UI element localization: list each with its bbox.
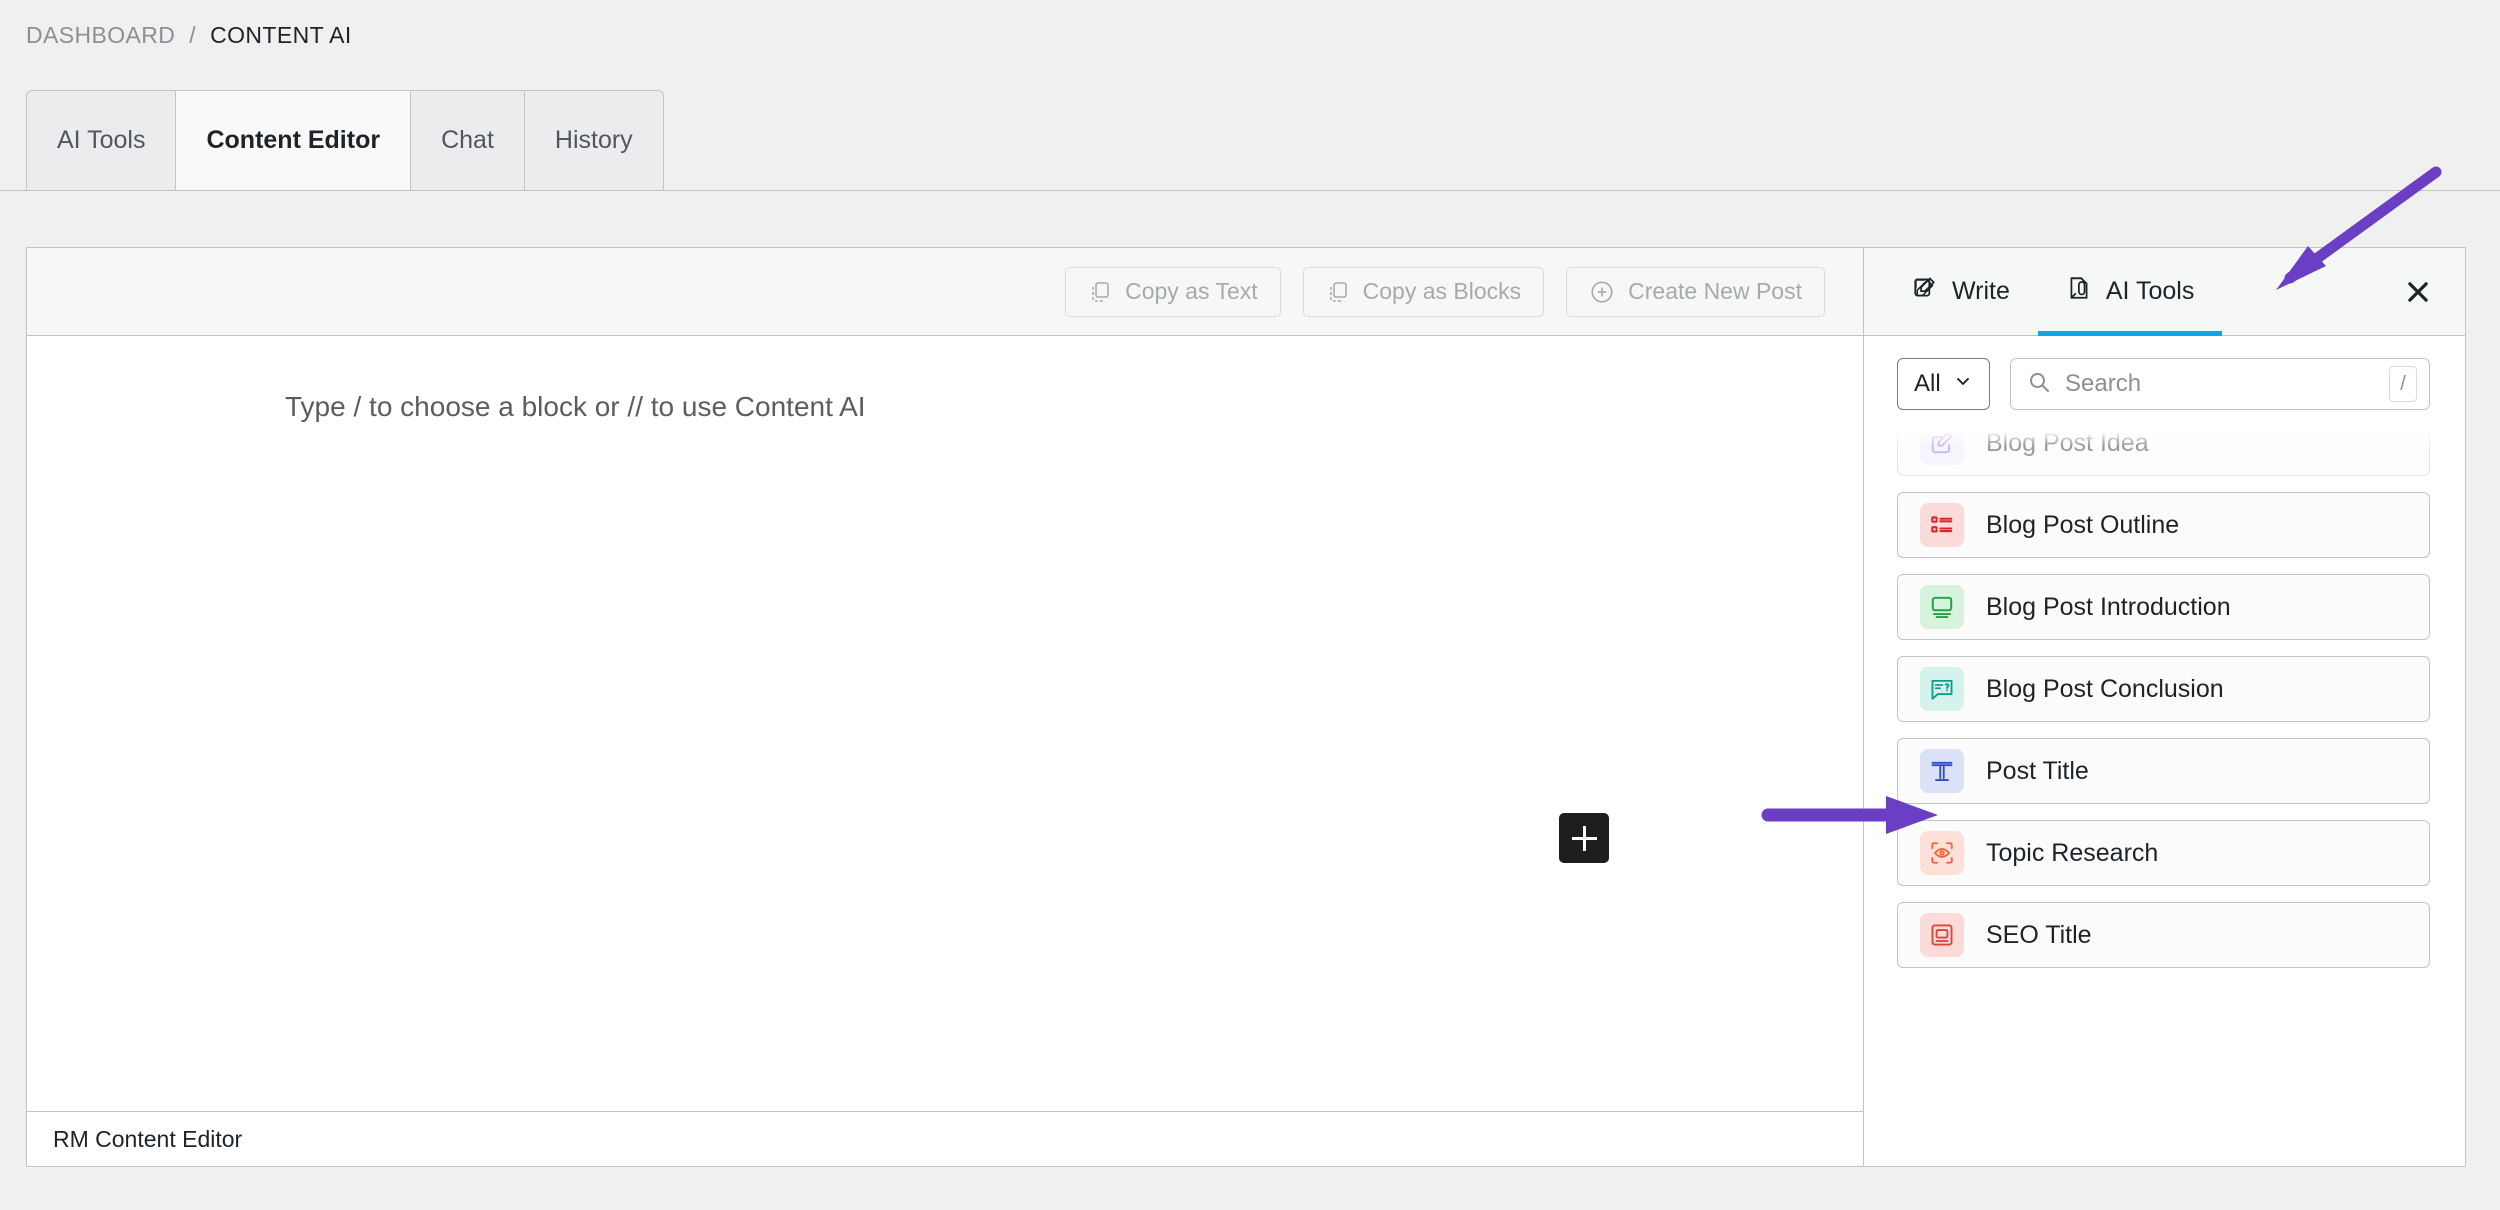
tab-ai-tools[interactable]: AI Tools xyxy=(26,90,176,190)
seo-title-icon xyxy=(1920,913,1964,957)
editor-column: Copy as Text Copy as Blocks Create New P… xyxy=(27,248,1864,1166)
tab-label: Content Editor xyxy=(206,126,381,154)
chat-question-icon xyxy=(1920,667,1964,711)
ai-tools-list[interactable]: Blog Post Idea Blog Post Outline Blog Po… xyxy=(1864,424,2465,1166)
search-input[interactable] xyxy=(2063,369,2377,399)
tab-chat[interactable]: Chat xyxy=(410,90,524,190)
ai-sidebar: Write AI Tools All Search / Blog Post Id… xyxy=(1864,248,2465,1166)
tool-item-seo-title[interactable]: SEO Title xyxy=(1897,902,2430,968)
breadcrumb-dashboard[interactable]: DASHBOARD xyxy=(26,22,175,49)
tool-item-topic-research[interactable]: Topic Research xyxy=(1897,820,2430,886)
content-ai-frame: Copy as Text Copy as Blocks Create New P… xyxy=(26,247,2466,1167)
editor-placeholder-text: Type / to choose a block or // to use Co… xyxy=(285,391,866,422)
ai-sidebar-header: Write AI Tools xyxy=(1864,248,2465,336)
editor-footer-label: RM Content Editor xyxy=(53,1125,243,1152)
tool-item-blog-post-outline[interactable]: Blog Post Outline xyxy=(1897,492,2430,558)
search-shortcut-key: / xyxy=(2389,366,2417,402)
tab-label: Chat xyxy=(441,126,494,154)
tool-item-label: Blog Post Introduction xyxy=(1986,592,2231,621)
plus-circle-icon xyxy=(1589,279,1615,305)
close-icon[interactable] xyxy=(2403,248,2433,335)
ai-tab-label: AI Tools xyxy=(2105,277,2195,305)
main-tabbar: AI Tools Content Editor Chat History xyxy=(26,90,664,190)
tool-item-label: Blog Post Conclusion xyxy=(1986,674,2224,703)
ai-tools-filters: All / xyxy=(1864,336,2465,424)
breadcrumb-separator: / xyxy=(189,22,197,48)
tool-item-label: SEO Title xyxy=(1986,920,2092,949)
copy-blocks-icon xyxy=(1326,280,1350,304)
tab-content-editor[interactable]: Content Editor xyxy=(175,90,411,190)
copy-as-text-button[interactable]: Copy as Text xyxy=(1065,266,1281,317)
tool-item-label: Blog Post Idea xyxy=(1986,428,2149,457)
breadcrumb-current: CONTENT AI xyxy=(210,22,352,48)
ai-tab-ai-tools[interactable]: AI Tools xyxy=(2037,248,2223,336)
tool-item-label: Blog Post Outline xyxy=(1986,510,2180,539)
tab-label: History xyxy=(554,126,633,154)
block-inserter-button[interactable] xyxy=(1559,813,1609,863)
copy-icon xyxy=(1088,280,1112,304)
search-icon xyxy=(2027,370,2051,399)
select-value: All xyxy=(1914,370,1941,397)
write-pencil-icon xyxy=(1912,275,1938,308)
tabbar-baseline xyxy=(0,190,2500,191)
tab-label: AI Tools xyxy=(57,126,146,154)
tool-category-select[interactable]: All xyxy=(1897,358,1990,410)
editor-toolbar: Copy as Text Copy as Blocks Create New P… xyxy=(27,248,1863,336)
editor-canvas[interactable]: Type / to choose a block or // to use Co… xyxy=(27,336,1863,1111)
ai-tab-write[interactable]: Write xyxy=(1884,248,2038,335)
button-label: Copy as Text xyxy=(1125,278,1258,304)
tool-item-blog-post-idea[interactable]: Blog Post Idea xyxy=(1897,424,2430,476)
pencil-square-icon xyxy=(1920,424,1964,465)
tool-item-label: Post Title xyxy=(1986,756,2089,785)
tool-item-post-title[interactable]: Post Title xyxy=(1897,738,2430,804)
tool-item-blog-post-conclusion[interactable]: Blog Post Conclusion xyxy=(1897,656,2430,722)
tool-search-box[interactable]: / xyxy=(2010,358,2430,410)
copy-as-blocks-button[interactable]: Copy as Blocks xyxy=(1302,266,1545,317)
text-title-icon xyxy=(1920,749,1964,793)
editor-footer: RM Content Editor xyxy=(27,1111,1863,1166)
chevron-down-icon xyxy=(1953,370,1973,398)
eye-scan-icon xyxy=(1920,831,1964,875)
breadcrumb: DASHBOARD / CONTENT AI xyxy=(26,22,352,49)
ai-document-icon xyxy=(2066,275,2092,308)
tool-item-label: Topic Research xyxy=(1986,838,2159,867)
button-label: Create New Post xyxy=(1628,278,1802,304)
list-icon xyxy=(1920,503,1964,547)
monitor-icon xyxy=(1920,585,1964,629)
tab-history[interactable]: History xyxy=(523,90,664,190)
create-new-post-button[interactable]: Create New Post xyxy=(1566,266,1825,317)
ai-tab-label: Write xyxy=(1952,277,2010,305)
tool-item-blog-post-introduction[interactable]: Blog Post Introduction xyxy=(1897,574,2430,640)
button-label: Copy as Blocks xyxy=(1362,278,1522,304)
